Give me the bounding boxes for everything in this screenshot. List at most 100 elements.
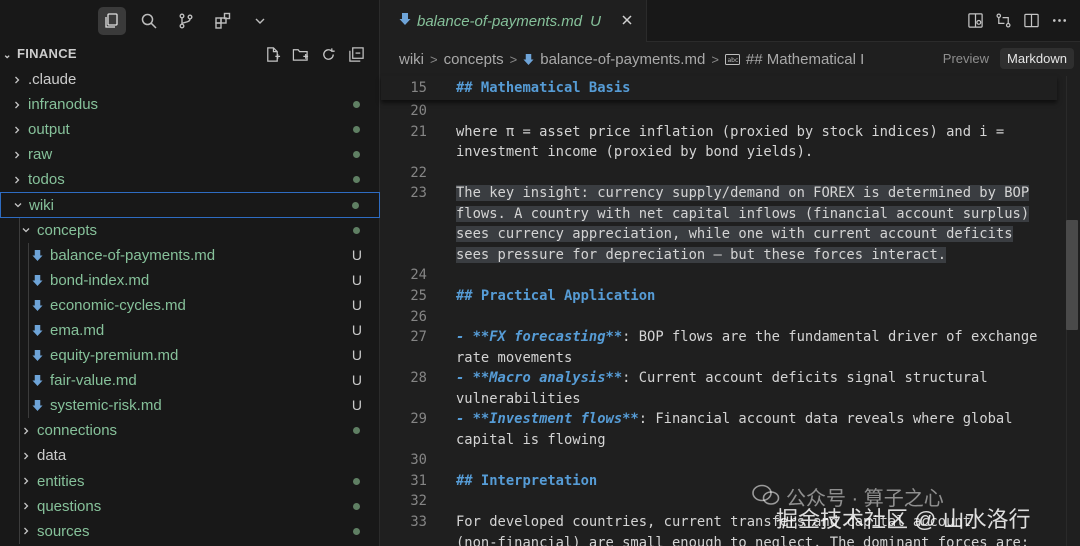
- git-status-dot: [353, 502, 360, 510]
- folder-item-output[interactable]: output: [0, 117, 380, 142]
- new-folder-icon[interactable]: [290, 44, 310, 64]
- markdown-file-icon: [28, 274, 46, 287]
- line-number: 33: [410, 514, 427, 530]
- chevron-down-icon[interactable]: [246, 7, 274, 35]
- code-line[interactable]: 29 - **Investment flows**: Financial acco…: [381, 408, 1061, 429]
- folder-item-wiki[interactable]: wiki: [0, 192, 380, 218]
- folder-item-connections[interactable]: connections: [0, 418, 380, 444]
- folder-item-concepts[interactable]: concepts: [0, 217, 380, 243]
- editor-area: balance-of-payments.md U wiki > concepts…: [381, 0, 1080, 546]
- code-line[interactable]: sees currency appreciation, while one wi…: [381, 223, 1061, 244]
- code-text: flows. A country with net capital inflow…: [456, 205, 1030, 222]
- git-status-badge: U: [351, 296, 362, 313]
- code-line[interactable]: 31 ## Interpretation: [381, 470, 1061, 491]
- indent-guide: [28, 317, 29, 344]
- file-item-systemic-risk-md[interactable]: systemic-risk.md U: [0, 393, 380, 419]
- sticky-scroll-header[interactable]: 15 ## Mathematical Basis: [381, 76, 1057, 100]
- code-editor[interactable]: 15 ## Mathematical Basis 20 21 where π = a…: [381, 76, 1080, 546]
- indent-guide: [19, 267, 20, 293]
- code-line[interactable]: 30: [381, 449, 1061, 470]
- source-control-icon[interactable]: [172, 7, 200, 35]
- markdown-heading: ## Interpretation: [456, 472, 598, 489]
- code-line[interactable]: rate movements: [381, 347, 1061, 368]
- code-line[interactable]: 25 ## Practical Application: [381, 285, 1061, 306]
- code-line[interactable]: 26: [381, 306, 1061, 327]
- code-line-text: - **Investment flows**: Financial accoun…: [456, 411, 1013, 427]
- new-file-icon[interactable]: [262, 44, 282, 64]
- breadcrumb-item-file[interactable]: balance-of-payments.md: [540, 51, 705, 68]
- folder-item-raw[interactable]: raw: [0, 142, 380, 167]
- chevron-right-icon: [10, 125, 24, 135]
- code-line[interactable]: flows. A country with net capital inflow…: [381, 203, 1061, 224]
- breadcrumb-item-wiki[interactable]: wiki: [399, 51, 424, 68]
- tab-bar: balance-of-payments.md U: [381, 0, 1080, 42]
- file-item-bond-index-md[interactable]: bond-index.md U: [0, 267, 380, 293]
- indent-guide: [28, 368, 29, 394]
- file-item-fair-value-md[interactable]: fair-value.md U: [0, 368, 380, 394]
- line-number: 29: [410, 411, 427, 428]
- line-number: 24: [410, 267, 427, 284]
- open-preview-icon[interactable]: [966, 11, 984, 29]
- code-line[interactable]: 20: [381, 100, 1061, 121]
- folder-item-data[interactable]: data: [0, 443, 380, 469]
- explorer-icon[interactable]: [98, 7, 126, 35]
- folder-item-claude[interactable]: .claude: [0, 67, 380, 92]
- folder-item-todos[interactable]: todos: [0, 167, 380, 192]
- scrollbar-thumb[interactable]: [1066, 220, 1078, 330]
- folder-item-entities[interactable]: entities: [0, 468, 380, 494]
- markdown-file-icon: [28, 374, 46, 387]
- more-actions-icon[interactable]: [1050, 11, 1068, 29]
- chevron-right-icon: [19, 501, 33, 511]
- code-text: capital is flowing: [456, 431, 606, 448]
- file-item-balance-of-payments-md[interactable]: balance-of-payments.md U: [0, 242, 380, 268]
- code-line[interactable]: 27 - **FX forecasting**: BOP flows are th…: [381, 326, 1061, 347]
- code-line[interactable]: investment income (proxied by bond yield…: [381, 141, 1061, 162]
- breadcrumb-item-concepts[interactable]: concepts: [444, 51, 504, 68]
- folder-item-infranodus[interactable]: infranodus: [0, 92, 380, 117]
- tab-balance-of-payments[interactable]: balance-of-payments.md U: [381, 0, 647, 42]
- editor-scrollbar[interactable]: [1066, 76, 1080, 546]
- code-line[interactable]: vulnerabilities: [381, 388, 1061, 409]
- explorer-header[interactable]: ⌄ FINANCE: [0, 42, 380, 66]
- markdown-mode-button[interactable]: Markdown: [1000, 48, 1074, 69]
- code-text: The key insight: currency supply/demand …: [456, 185, 1030, 202]
- git-status-dot: [353, 176, 360, 184]
- watermark-community: 掘金技术社区 @ 山水洛行: [776, 507, 1031, 532]
- explorer-title[interactable]: ⌄ FINANCE: [3, 46, 77, 61]
- close-icon[interactable]: [618, 11, 636, 29]
- collapse-all-icon[interactable]: [346, 44, 366, 64]
- file-item-economic-cycles-md[interactable]: economic-cycles.md U: [0, 292, 380, 318]
- preview-mode-button[interactable]: Preview: [936, 48, 996, 69]
- file-item-ema-md[interactable]: ema.md U: [0, 317, 380, 344]
- code-text: where π = asset price inflation (proxied…: [456, 123, 1005, 140]
- folder-label: connections: [37, 422, 118, 440]
- breadcrumb-item-heading[interactable]: ## Mathematical I: [746, 51, 864, 68]
- chevron-right-icon: [10, 75, 24, 85]
- markdown-file-icon: [399, 12, 411, 31]
- compare-changes-icon[interactable]: [994, 11, 1012, 29]
- markdown-bold: - **Macro analysis**: [456, 370, 623, 387]
- split-editor-icon[interactable]: [1022, 11, 1040, 29]
- extensions-icon[interactable]: [209, 7, 237, 35]
- code-line[interactable]: 21 where π = asset price inflation (proxi…: [381, 121, 1061, 142]
- git-status-dot: [353, 527, 360, 535]
- code-line[interactable]: 24: [381, 264, 1061, 285]
- code-line[interactable]: 28 - **Macro analysis**: Current account …: [381, 367, 1061, 388]
- markdown-file-icon: [28, 324, 46, 337]
- code-line[interactable]: 22: [381, 162, 1061, 183]
- code-line[interactable]: sees pressure for depreciation — but the…: [381, 244, 1061, 265]
- tab-title: balance-of-payments.md: [417, 12, 583, 30]
- code-line[interactable]: capital is flowing: [381, 429, 1061, 450]
- refresh-icon[interactable]: [318, 44, 338, 64]
- git-status-dot: [353, 427, 360, 435]
- indent-guide: [19, 317, 20, 344]
- line-number: 30: [410, 452, 427, 469]
- folder-item-sources[interactable]: sources: [0, 518, 380, 544]
- code-text: rate movements: [456, 349, 573, 366]
- code-line-text: sees currency appreciation, while one wi…: [456, 226, 1013, 243]
- search-icon[interactable]: [135, 7, 163, 35]
- folder-item-questions[interactable]: questions: [0, 493, 380, 519]
- code-line[interactable]: 23 The key insight: currency supply/deman…: [381, 182, 1061, 203]
- file-item-equity-premium-md[interactable]: equity-premium.md U: [0, 343, 380, 369]
- chevron-right-icon: [19, 451, 33, 461]
